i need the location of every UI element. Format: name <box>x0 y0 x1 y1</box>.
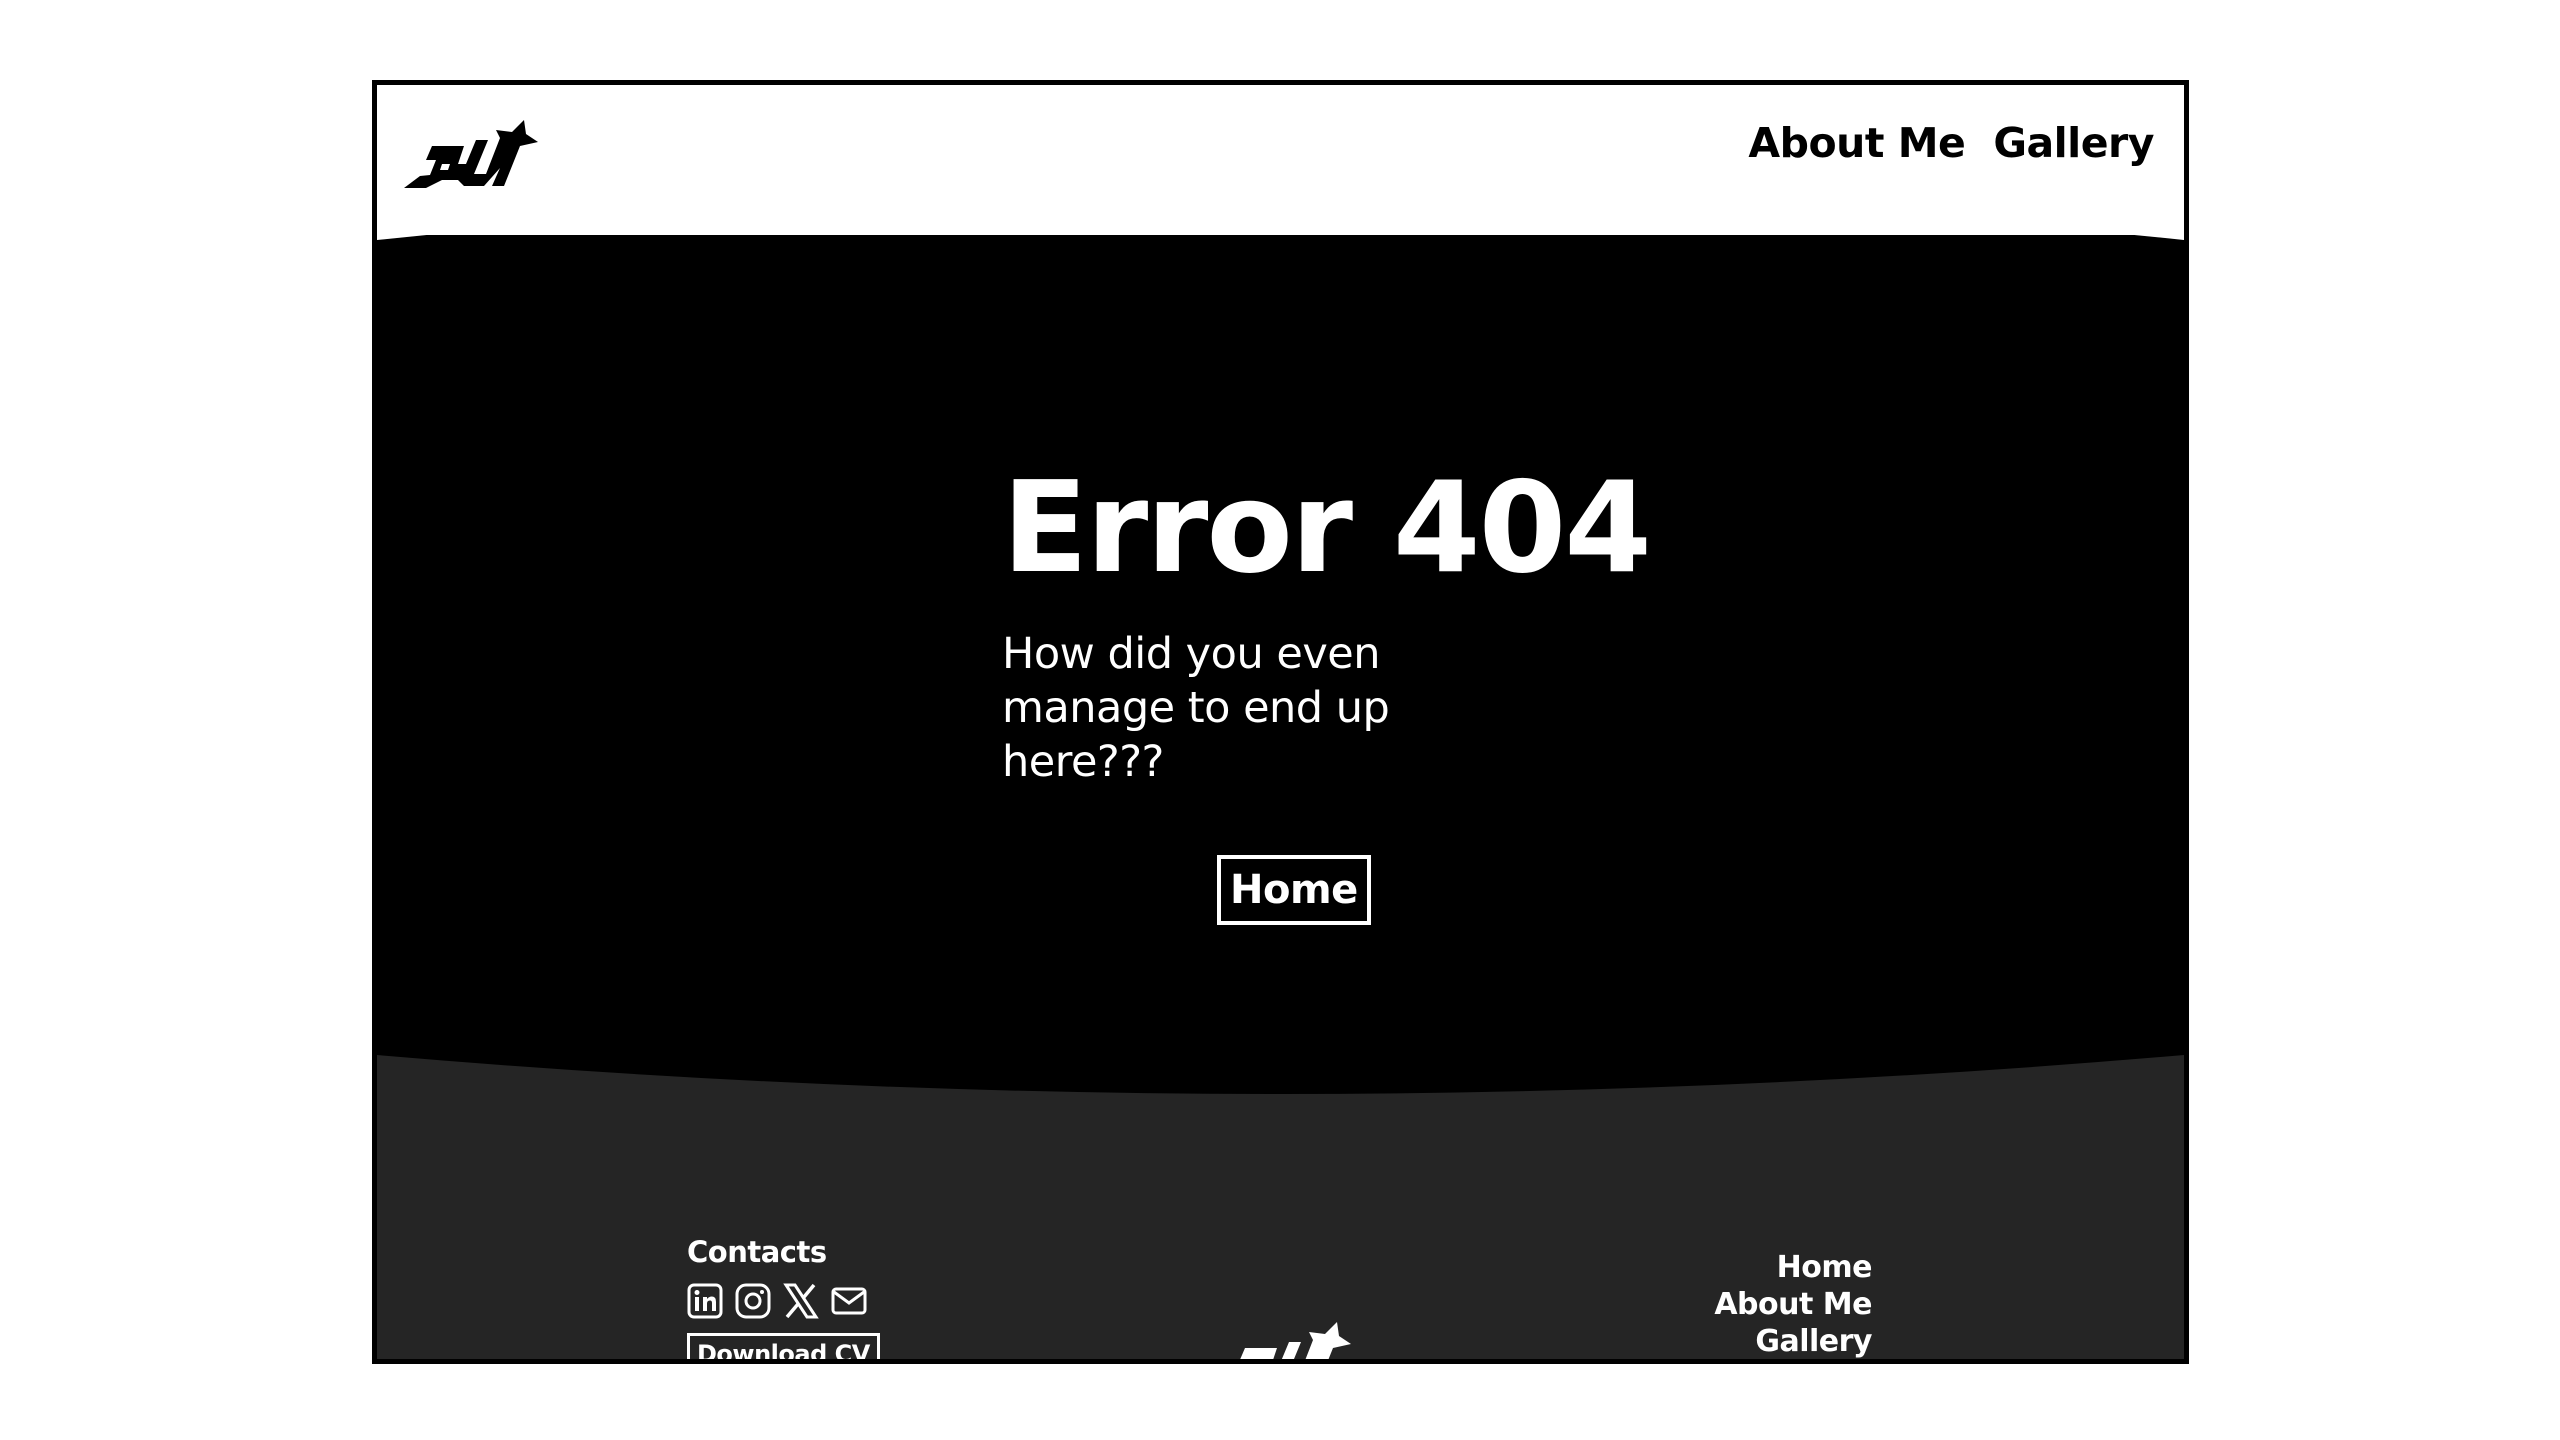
error-title: Error 404 <box>1002 454 1652 601</box>
page-frame: About Me Gallery Error 404 How did you e… <box>372 80 2189 1364</box>
mail-icon[interactable] <box>831 1283 867 1319</box>
footer-link-gallery[interactable]: Gallery <box>1714 1323 1872 1359</box>
bird-logo-icon[interactable] <box>402 118 539 190</box>
footer-link-about-me[interactable]: About Me <box>1714 1286 1872 1323</box>
contacts-section: Contacts Download CV <box>687 1235 880 1359</box>
social-links <box>687 1283 880 1319</box>
site-header: About Me Gallery <box>377 85 2184 235</box>
nav-link-about-me[interactable]: About Me <box>1748 119 1965 167</box>
contacts-title: Contacts <box>687 1235 827 1269</box>
nav-link-gallery[interactable]: Gallery <box>1993 119 2154 167</box>
footer-link-home[interactable]: Home <box>1714 1249 1873 1286</box>
site-footer: Contacts Download CV Home About Me Galle… <box>377 1145 2184 1359</box>
error-content: Error 404 How did you even manage to end… <box>1002 454 1652 789</box>
header-nav: About Me Gallery <box>1748 119 2154 167</box>
download-cv-button[interactable]: Download CV <box>687 1333 880 1359</box>
footer-nav: Home About Me Gallery <box>1714 1249 1873 1359</box>
error-hero: Error 404 How did you even manage to end… <box>377 235 2184 1135</box>
linkedin-icon[interactable] <box>687 1283 723 1319</box>
instagram-icon[interactable] <box>735 1283 771 1319</box>
bird-logo-icon[interactable] <box>1215 1320 1352 1364</box>
error-message: How did you even manage to end up here??… <box>1002 629 1390 787</box>
x-icon[interactable] <box>783 1283 819 1319</box>
home-button[interactable]: Home <box>1217 855 1371 925</box>
